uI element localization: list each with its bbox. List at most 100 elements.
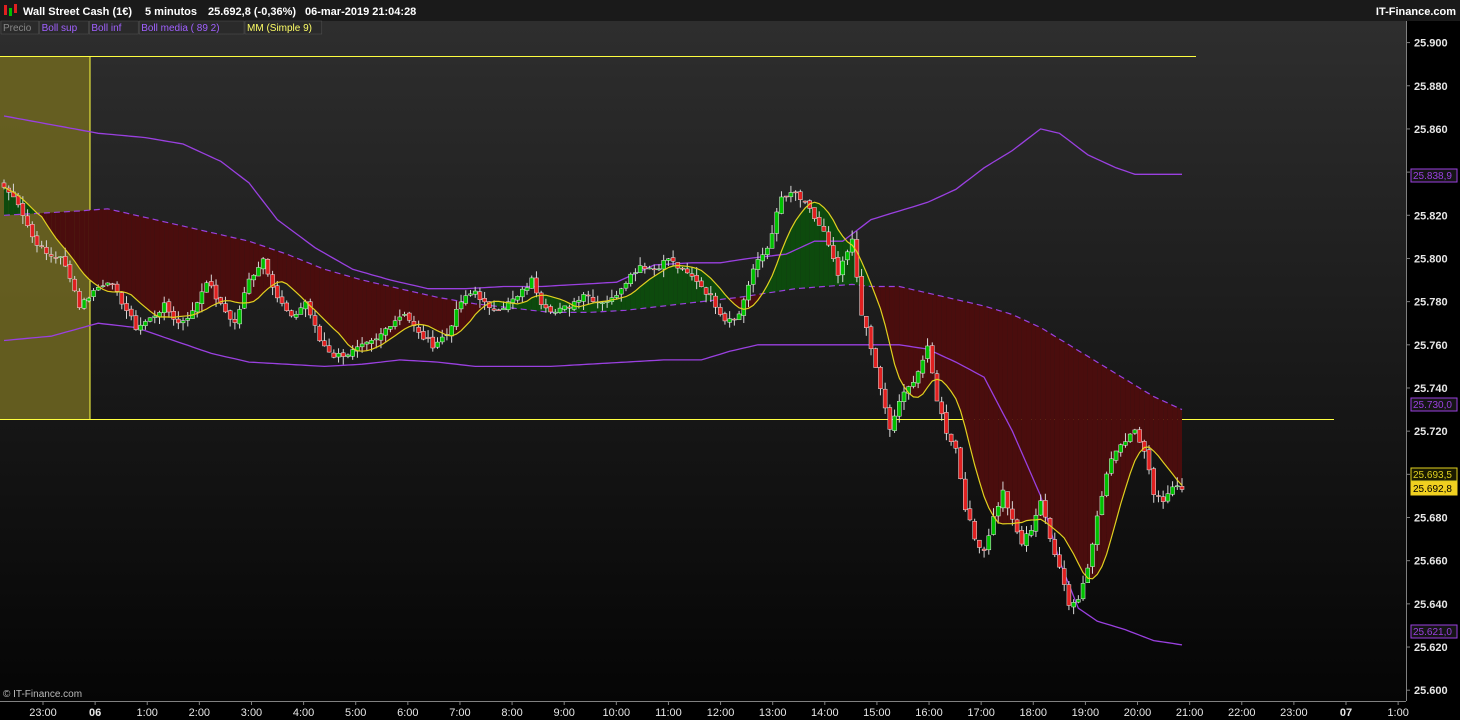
- fill-below-segment: [1031, 323, 1036, 521]
- fill-below-segment: [1064, 341, 1069, 547]
- fill-below-segment: [1149, 393, 1154, 452]
- fill-below-segment: [1026, 321, 1032, 521]
- fill-above-segment: [621, 296, 626, 311]
- instrument-title: Wall Street Cash (1€): [23, 6, 132, 18]
- x-tick-label: 22:00: [1228, 707, 1256, 719]
- x-tick-label: 5:00: [345, 707, 366, 719]
- fill-below-segment: [319, 267, 325, 320]
- plot-background: [0, 21, 1406, 701]
- indicator-legend: Precio Boll sup Boll inf Boll media ( 89 2)…: [0, 20, 323, 35]
- fill-below-segment: [1017, 316, 1022, 523]
- fill-below-segment: [192, 228, 198, 316]
- y-tick-label: 25.820: [1414, 210, 1448, 222]
- fill-below-segment: [1163, 400, 1168, 469]
- x-tick-label: 07: [1340, 707, 1352, 719]
- fill-below-segment: [984, 305, 989, 508]
- price-tag-label: 25.692,8: [1413, 484, 1452, 495]
- fill-below-segment: [117, 210, 122, 292]
- fill-below-segment: [974, 303, 980, 482]
- fill-below-segment: [88, 209, 94, 283]
- x-tick-label: 7:00: [449, 707, 470, 719]
- y-tick-label: 25.760: [1414, 340, 1448, 352]
- fill-below-segment: [178, 225, 184, 317]
- fill-below-segment: [442, 298, 447, 336]
- fill-below-segment: [1101, 364, 1107, 567]
- fill-below-segment: [300, 259, 306, 302]
- x-tick-label: 8:00: [501, 707, 522, 719]
- fill-above-segment: [800, 208, 806, 289]
- fill-below-segment: [84, 210, 89, 280]
- fill-below-segment: [988, 307, 994, 517]
- fill-above-segment: [691, 267, 697, 303]
- y-tick-label: 25.800: [1414, 253, 1448, 265]
- legend-item-label[interactable]: Boll inf: [91, 23, 121, 34]
- fill-below-segment: [1054, 336, 1060, 534]
- fill-below-segment: [282, 252, 287, 284]
- y-tick-label: 25.640: [1414, 599, 1448, 611]
- fill-above-segment: [823, 207, 829, 287]
- fill-below-segment: [329, 270, 334, 329]
- fill-below-segment: [941, 296, 947, 386]
- fill-above-segment: [805, 203, 810, 288]
- timeframe-label[interactable]: 5 minutos: [145, 6, 197, 18]
- x-tick-label: 2:00: [189, 707, 210, 719]
- fill-below-segment: [432, 296, 438, 331]
- fill-above-segment: [649, 276, 655, 308]
- candle: [972, 518, 977, 541]
- fill-above-segment: [677, 265, 683, 305]
- fill-below-segment: [404, 289, 410, 330]
- fill-below-segment: [338, 273, 344, 339]
- fill-below-segment: [1177, 407, 1182, 486]
- price-chart: Wall Street Cash (1€) 5 minutos 25.692,8…: [0, 0, 1460, 720]
- fill-below-segment: [93, 209, 99, 287]
- x-tick-label: 9:00: [553, 707, 574, 719]
- fill-below-segment: [423, 294, 429, 327]
- x-tick-label: 17:00: [967, 707, 995, 719]
- fill-below-segment: [390, 286, 396, 339]
- fill-below-segment: [362, 280, 367, 352]
- x-tick-label: 11:00: [655, 707, 682, 719]
- candle: [873, 347, 878, 368]
- fill-above-segment: [673, 265, 678, 305]
- fill-below-segment: [1073, 347, 1079, 564]
- price-tag-label: 25.693,5: [1413, 470, 1452, 481]
- fill-below-segment: [352, 277, 358, 351]
- candle: [1094, 510, 1100, 551]
- fill-below-segment: [1021, 318, 1027, 523]
- fill-below-segment: [150, 218, 155, 315]
- fill-below-segment: [183, 226, 188, 317]
- fill-below-segment: [74, 210, 80, 269]
- legend-item-label[interactable]: Boll media ( 89 2): [141, 23, 219, 34]
- fill-below-segment: [126, 213, 132, 295]
- x-tick-label: 19:00: [1072, 707, 1100, 719]
- fill-below-segment: [98, 209, 103, 290]
- fill-below-segment: [1040, 327, 1046, 523]
- fill-below-segment: [102, 208, 108, 292]
- fill-below-segment: [107, 208, 113, 292]
- fill-below-segment: [225, 235, 231, 301]
- legend-item-label[interactable]: Precio: [3, 23, 32, 34]
- fill-below-segment: [79, 210, 85, 275]
- fill-below-segment: [395, 287, 400, 336]
- fill-below-segment: [131, 214, 136, 300]
- fill-below-segment: [1134, 385, 1140, 461]
- fill-below-segment: [343, 274, 348, 345]
- fill-above-segment: [644, 279, 650, 309]
- price-tag-label: 25.621,0: [1413, 627, 1452, 638]
- fill-below-segment: [437, 297, 443, 334]
- fill-below-segment: [69, 211, 75, 262]
- fill-below-segment: [1050, 333, 1055, 530]
- fill-below-segment: [1068, 344, 1074, 555]
- fill-below-segment: [121, 212, 127, 293]
- fill-below-segment: [951, 298, 956, 399]
- x-tick-label: 13:00: [759, 707, 787, 719]
- y-tick-label: 25.620: [1414, 642, 1448, 654]
- fill-below-segment: [418, 293, 424, 325]
- fill-below-segment: [65, 211, 70, 256]
- fill-above-segment: [616, 297, 622, 311]
- x-tick-label: 14:00: [811, 707, 839, 719]
- legend-item-label[interactable]: MM (Simple 9): [247, 23, 312, 34]
- fill-below-segment: [1012, 314, 1018, 524]
- legend-item-label[interactable]: Boll sup: [42, 23, 78, 34]
- fill-above-segment: [795, 214, 801, 289]
